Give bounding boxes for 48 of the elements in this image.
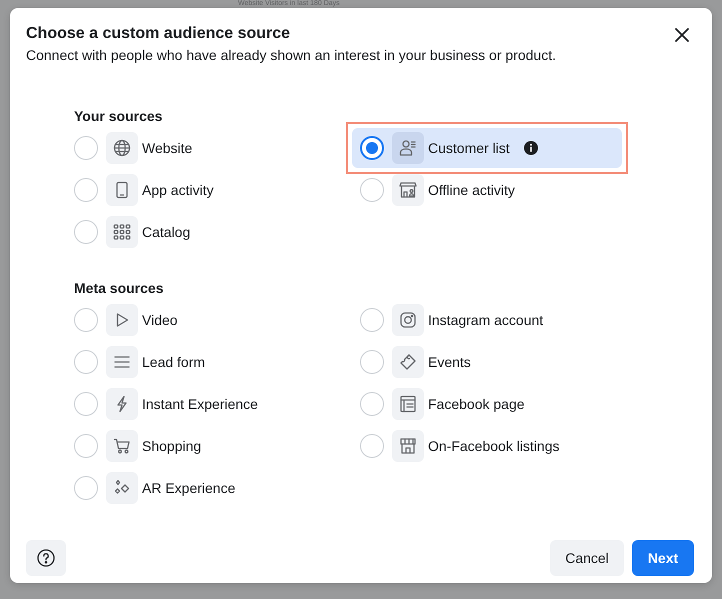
help-button[interactable] — [26, 540, 66, 576]
source-option[interactable]: Website — [66, 128, 336, 168]
source-option[interactable]: Catalog — [66, 212, 336, 252]
option-label: Facebook page — [428, 396, 525, 412]
source-option[interactable]: App activity — [66, 170, 336, 210]
page-icon — [399, 395, 417, 413]
option-label: Lead form — [142, 354, 206, 370]
source-option[interactable]: Customer list — [352, 128, 622, 168]
source-option[interactable]: AR Experience — [66, 468, 336, 508]
dialog-title: Choose a custom audience source — [26, 24, 292, 44]
cancel-button[interactable]: Cancel — [550, 540, 624, 576]
info-icon[interactable] — [524, 141, 538, 155]
source-option[interactable]: Video — [66, 300, 336, 340]
option-label: Events — [428, 354, 471, 370]
option-label: Shopping — [142, 438, 202, 454]
globe-icon — [113, 139, 131, 157]
grid-icon — [113, 223, 131, 241]
section-heading: Meta sources — [74, 279, 164, 298]
source-option[interactable]: Instant Experience — [66, 384, 336, 424]
source-option[interactable]: Offline activity — [352, 170, 622, 210]
option-label: Website — [142, 140, 192, 156]
option-label: Catalog — [142, 224, 190, 240]
source-option[interactable]: Facebook page — [352, 384, 622, 424]
option-label: App activity — [142, 182, 214, 198]
help-icon — [37, 549, 55, 567]
option-label: On-Facebook listings — [428, 438, 560, 454]
section-heading: Your sources — [74, 107, 164, 126]
option-label: AR Experience — [142, 480, 236, 496]
option-label: Video — [142, 312, 178, 328]
option-label: Instant Experience — [142, 396, 258, 412]
camera-icon — [399, 311, 417, 329]
source-option[interactable]: Events — [352, 342, 622, 382]
source-option[interactable]: On-Facebook listings — [352, 426, 622, 466]
source-option[interactable]: Shopping — [66, 426, 336, 466]
dialog-subtitle: Connect with people who have already shown an interest in your business or product. — [26, 46, 557, 65]
next-button[interactable]: Next — [632, 540, 694, 576]
option-label: Instagram account — [428, 312, 544, 328]
option-label: Offline activity — [428, 182, 515, 198]
source-option[interactable]: Lead form — [66, 342, 336, 382]
radio-button[interactable] — [360, 136, 384, 160]
store-icon — [399, 181, 417, 199]
person-list-icon — [399, 139, 417, 157]
shop-icon — [399, 437, 417, 455]
source-option[interactable]: Instagram account — [352, 300, 622, 340]
ticket-icon — [399, 353, 417, 371]
close-icon[interactable] — [674, 27, 690, 43]
option-label: Customer list — [428, 140, 510, 156]
cart-icon — [113, 437, 131, 455]
